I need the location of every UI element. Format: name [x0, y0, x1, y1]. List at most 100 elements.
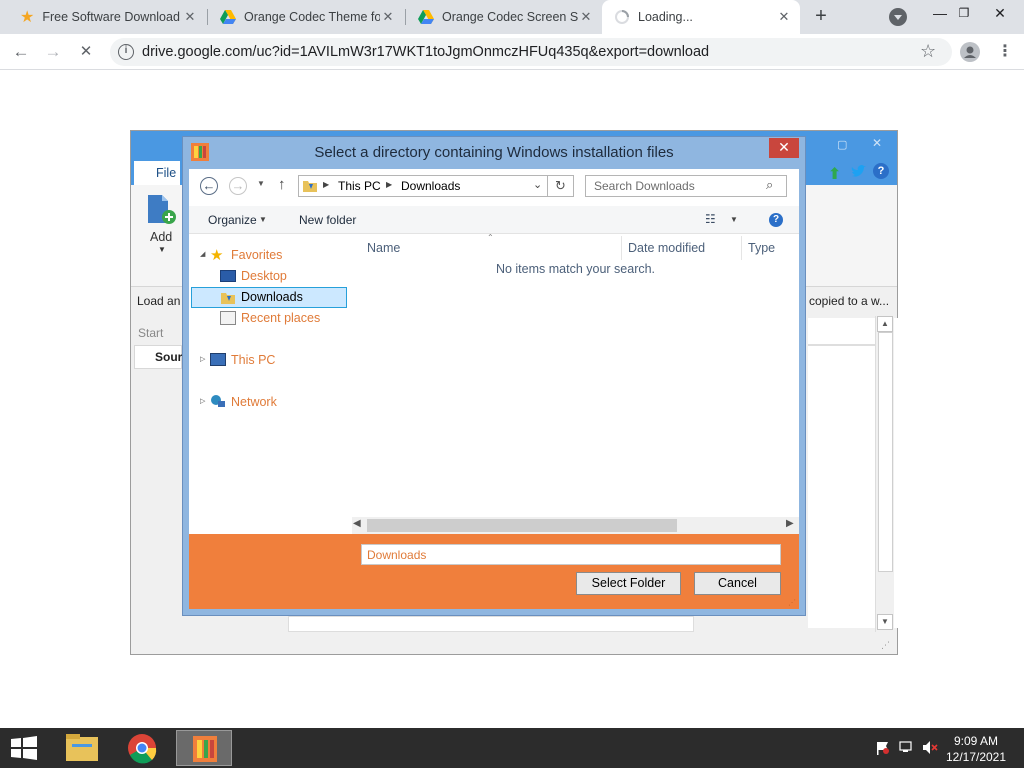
column-header-type[interactable]: Type: [748, 241, 775, 255]
recent-locations-dropdown-icon[interactable]: ▼: [257, 179, 265, 188]
nav-network[interactable]: Network: [231, 392, 277, 413]
file-list-pane: [352, 234, 799, 534]
organize-menu[interactable]: Organize: [208, 213, 257, 227]
url-text[interactable]: drive.google.com/uc?id=1AVILmW3r17WKT1to…: [142, 44, 709, 60]
tab-free-software[interactable]: ★ Free Software Download ✕: [8, 0, 206, 34]
dialog-title: Select a directory containing Windows in…: [314, 144, 674, 161]
file-explorer-taskbar-icon[interactable]: [54, 730, 110, 766]
action-center-flag-icon[interactable]: [875, 741, 891, 755]
new-tab-icon[interactable]: +: [810, 6, 832, 28]
view-dropdown-icon[interactable]: ▼: [730, 215, 738, 224]
tab-orange-codec-screen[interactable]: Orange Codec Screen Sa ✕: [406, 0, 602, 34]
tab-orange-codec-theme[interactable]: Orange Codec Theme fo ✕: [208, 0, 404, 34]
star-icon: ★: [20, 9, 35, 26]
scroll-up-arrow-icon[interactable]: ▲: [877, 316, 893, 332]
column-header-date-modified[interactable]: Date modified: [628, 241, 705, 255]
cancel-button[interactable]: Cancel: [694, 572, 781, 595]
computer-icon: [210, 353, 226, 366]
help-icon[interactable]: ?: [873, 163, 889, 179]
update-arrow-icon[interactable]: ⬆: [828, 164, 841, 184]
windows-start-icon[interactable]: [10, 736, 38, 760]
expand-this-pc-icon[interactable]: ▷: [200, 355, 205, 363]
breadcrumb-dropdown-icon[interactable]: ⌄: [533, 178, 542, 191]
system-clock[interactable]: 9:09 AM 12/17/2021: [940, 733, 1012, 765]
restore-icon[interactable]: ❐: [944, 0, 984, 30]
clock-date: 12/17/2021: [945, 750, 1007, 764]
nav-favorites[interactable]: Favorites: [231, 245, 282, 266]
profile-avatar-icon[interactable]: [960, 42, 980, 62]
load-hint-text: Load an: [137, 294, 181, 308]
search-input[interactable]: Search Downloads ⌕: [585, 175, 787, 197]
desktop-icon: [220, 270, 236, 282]
tab-title: Orange Codec Theme fo: [244, 10, 380, 24]
google-drive-icon: [220, 10, 236, 24]
expand-network-icon[interactable]: ▷: [200, 397, 205, 405]
volume-muted-icon[interactable]: [922, 740, 938, 755]
star-favorites-icon: ★: [210, 247, 224, 264]
nav-this-pc[interactable]: This PC: [231, 350, 275, 371]
close-tab-icon[interactable]: ✕: [578, 9, 594, 25]
app-bottom-field: [288, 616, 694, 632]
horizontal-scroll-thumb[interactable]: [367, 519, 677, 532]
breadcrumb-this-pc[interactable]: This PC: [338, 179, 381, 193]
up-folder-icon[interactable]: ↑: [278, 176, 286, 193]
dialog-help-icon[interactable]: ?: [769, 213, 783, 227]
info-icon[interactable]: i: [118, 44, 134, 60]
scroll-thumb[interactable]: [878, 332, 893, 572]
breadcrumb-chevron-icon[interactable]: ▶: [323, 180, 329, 189]
google-drive-icon: [418, 10, 434, 24]
recent-places-icon: [220, 311, 236, 325]
close-tab-icon[interactable]: ✕: [182, 9, 198, 25]
search-icon[interactable]: ⌕: [766, 177, 773, 193]
view-options-icon[interactable]: ☷: [705, 212, 716, 226]
expand-favorites-icon[interactable]: ◢: [200, 250, 205, 258]
add-dropdown-arrow-icon[interactable]: ▼: [158, 245, 166, 254]
column-header-name[interactable]: Name: [367, 241, 400, 255]
nav-recent-places[interactable]: Recent places: [241, 308, 320, 329]
source-tab[interactable]: Sour: [134, 345, 182, 369]
menu-kebab-icon[interactable]: ⋮: [997, 41, 1013, 61]
spinner-icon: [615, 10, 629, 24]
search-placeholder: Search Downloads: [594, 179, 695, 193]
close-tab-icon[interactable]: ✕: [776, 9, 792, 25]
dialog-close-button[interactable]: ✕: [769, 138, 799, 158]
close-tab-icon[interactable]: ✕: [380, 9, 396, 25]
nav-downloads[interactable]: Downloads: [241, 287, 303, 308]
orange-codec-taskbar-icon[interactable]: [176, 730, 232, 766]
app-file-menu[interactable]: File: [156, 166, 176, 180]
back-icon[interactable]: ←: [200, 177, 218, 195]
tab-title: Orange Codec Screen Sa: [442, 10, 578, 24]
scroll-left-arrow-icon[interactable]: ◀: [353, 518, 361, 529]
clock-time: 9:09 AM: [953, 734, 999, 748]
organize-dropdown-icon[interactable]: ▼: [259, 215, 267, 224]
network-status-icon[interactable]: [899, 740, 915, 755]
copied-hint-text: copied to a w...: [809, 294, 890, 308]
new-folder-button[interactable]: New folder: [299, 213, 356, 227]
bookmark-star-icon[interactable]: ☆: [920, 41, 936, 62]
breadcrumb-chevron-icon[interactable]: ▶: [386, 180, 392, 189]
tab-title: Free Software Download: [42, 10, 180, 24]
close-window-icon[interactable]: ✕: [980, 0, 1020, 30]
refresh-icon[interactable]: ↻: [548, 175, 574, 197]
breadcrumb-downloads[interactable]: Downloads: [401, 179, 460, 193]
scroll-down-arrow-icon[interactable]: ▼: [877, 614, 893, 630]
app-close-icon[interactable]: ✕: [872, 136, 882, 150]
stop-loading-icon[interactable]: ✕: [73, 39, 99, 65]
scroll-right-arrow-icon[interactable]: ▶: [786, 518, 794, 529]
tab-search-icon[interactable]: [889, 8, 907, 26]
chrome-taskbar-icon[interactable]: [114, 730, 170, 766]
add-button-label[interactable]: Add: [150, 230, 172, 244]
select-folder-button[interactable]: Select Folder: [576, 572, 681, 595]
empty-folder-message: No items match your search.: [352, 262, 799, 276]
nav-desktop[interactable]: Desktop: [241, 266, 287, 287]
app-resize-grip-icon[interactable]: ⋰: [881, 640, 890, 651]
dialog-resize-grip-icon[interactable]: ⋰: [788, 598, 796, 607]
twitter-icon[interactable]: [850, 164, 868, 180]
add-file-icon[interactable]: [145, 193, 176, 225]
back-arrow-icon[interactable]: ←: [8, 39, 34, 65]
app-restore-icon[interactable]: ▢: [837, 138, 847, 151]
tab-loading[interactable]: Loading... ✕: [602, 0, 800, 34]
folder-name-input[interactable]: Downloads: [361, 544, 781, 565]
forward-icon[interactable]: →: [229, 177, 247, 195]
forward-arrow-icon[interactable]: →: [40, 39, 66, 65]
